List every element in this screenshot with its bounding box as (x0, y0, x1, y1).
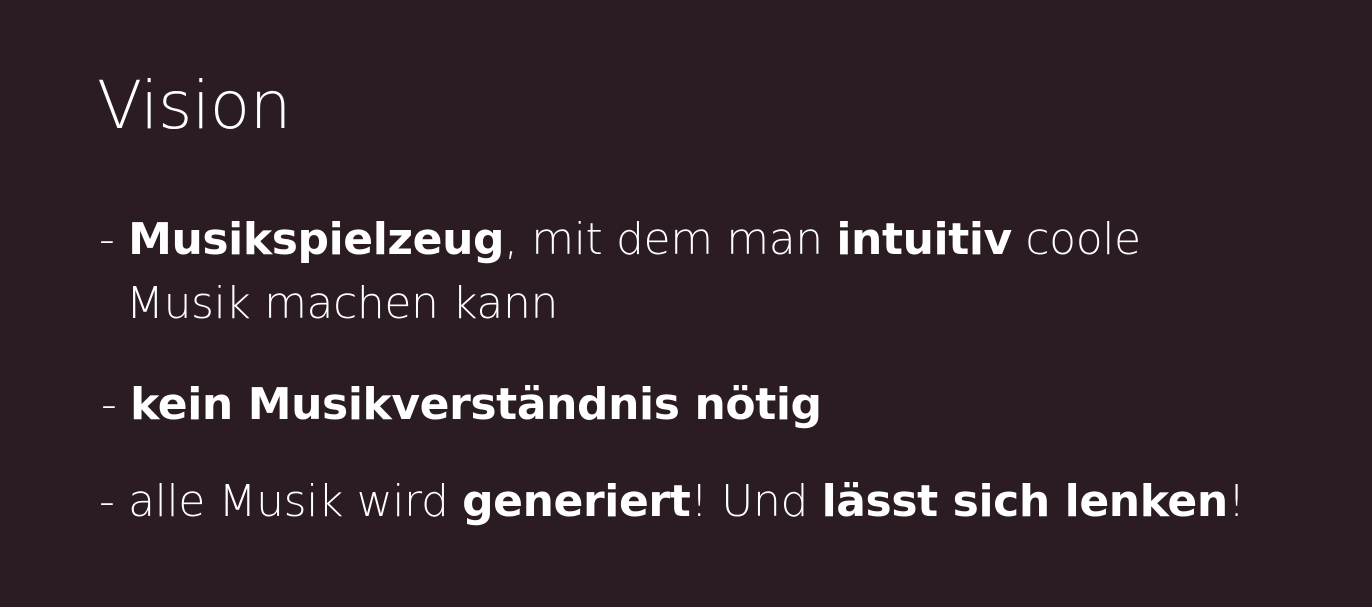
bullet-2: - kein Musikverständnis nötig (101, 373, 822, 437)
bullet-3-text-1: alle Musik wird (128, 476, 463, 527)
bullet-3: - alle Musik wird generiert! Und lässt s… (99, 470, 1245, 534)
slide: Vision - Musikspielzeug, mit dem man int… (0, 0, 1372, 607)
bullet-1: - Musikspielzeug, mit dem man intuitiv c… (99, 208, 1141, 272)
bullet-1-strong-2: intuitiv (836, 214, 1012, 265)
slide-title: Vision (97, 67, 291, 144)
bullet-dash: - (101, 379, 131, 430)
bullet-dash: - (99, 214, 129, 265)
bullet-1-text-2: coole (1011, 214, 1141, 265)
bullet-3-strong-1: generiert (462, 476, 691, 527)
bullet-1-continuation: Musik machen kann (126, 278, 558, 329)
bullet-3-text-2: ! Und (690, 476, 822, 527)
bullet-dash: - (99, 476, 129, 527)
bullet-1-strong-1: Musikspielzeug (128, 214, 505, 265)
bullet-3-strong-2: lässt sich lenken (821, 476, 1229, 527)
bullet-2-strong-1: kein Musikverständnis nötig (130, 379, 822, 430)
bullet-1-text-1: , mit dem man (504, 214, 837, 265)
bullet-3-text-3: ! (1227, 476, 1246, 527)
